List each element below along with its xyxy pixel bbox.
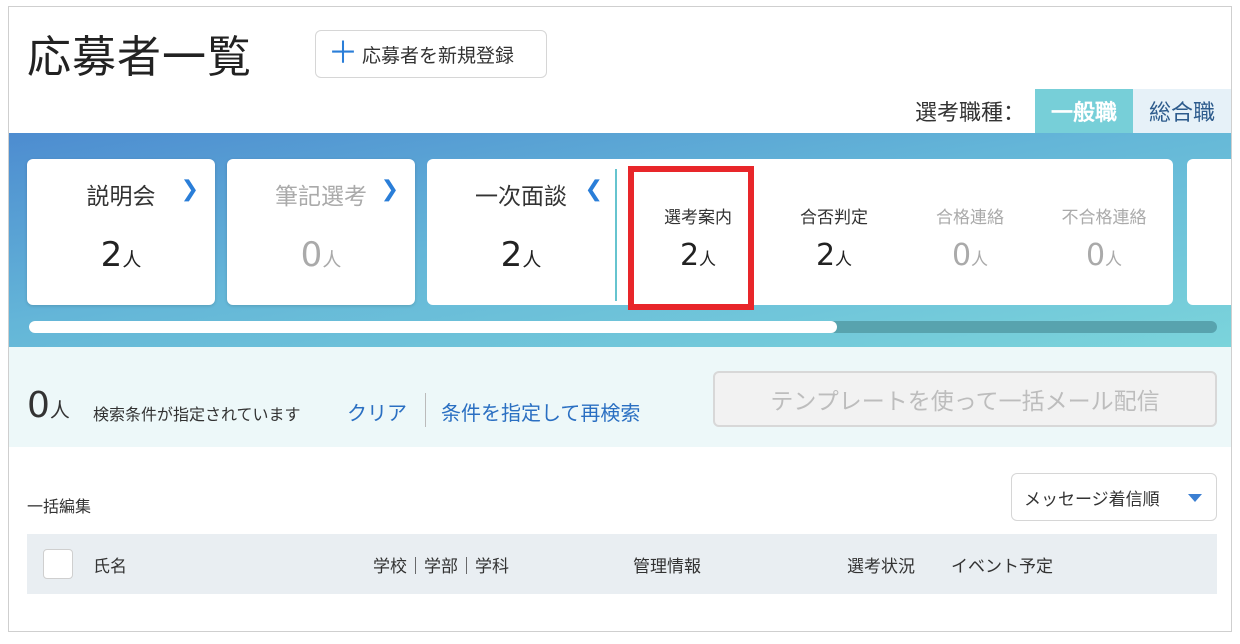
- divider: [425, 393, 426, 427]
- bulk-mail-button[interactable]: テンプレートを使って一括メール配信: [713, 371, 1217, 427]
- stage-count: 0人: [227, 235, 415, 275]
- page-title: 応募者一覧: [27, 32, 252, 83]
- chevron-left-icon[interactable]: ❮: [585, 177, 603, 202]
- stage-card-first-interview[interactable]: 一次面談 ❮ 2人 選考案内 2人 合否判定 2人 合格連絡 0人 不合格連絡 …: [427, 159, 1173, 305]
- sort-order-value: メッセージ着信順: [1024, 489, 1160, 510]
- column-event-schedule[interactable]: イベント予定: [951, 552, 1053, 577]
- chevron-right-icon[interactable]: ❯: [381, 177, 399, 202]
- stage-card-written-test[interactable]: 筆記選考 ❯ 0人: [227, 159, 415, 305]
- tab-general-position[interactable]: 一般職: [1034, 89, 1133, 133]
- sub-stage-rejection-notice[interactable]: 不合格連絡 0人: [1039, 203, 1169, 273]
- stage-count-value: 0: [300, 235, 323, 275]
- sub-stage-count: 0人: [1039, 238, 1169, 273]
- page-frame: 応募者一覧 ＋ 応募者を新規登録 選考職種： 一般職 総合職 説明会 ❯ 2人 …: [8, 6, 1232, 632]
- sub-stage-name: 合否判定: [800, 208, 868, 228]
- column-name[interactable]: 氏名: [93, 552, 127, 577]
- count-unit: 人: [322, 249, 342, 271]
- stage-count: 2人: [427, 235, 615, 275]
- research-link[interactable]: 条件を指定して再検索: [441, 397, 640, 426]
- sub-stage-count: 2人: [769, 238, 899, 273]
- column-management-info[interactable]: 管理情報: [633, 552, 701, 577]
- column-selection-status[interactable]: 選考状況: [847, 552, 915, 577]
- select-all-checkbox[interactable]: [43, 549, 73, 579]
- register-applicant-label: 応募者を新規登録: [362, 44, 515, 67]
- count-unit: 人: [49, 398, 70, 422]
- register-applicant-button[interactable]: ＋ 応募者を新規登録: [315, 30, 547, 78]
- sub-stage-count-value: 0: [1085, 238, 1106, 273]
- sub-stage-count-value: 2: [815, 238, 836, 273]
- plus-icon: ＋: [328, 36, 358, 71]
- bulk-edit-label[interactable]: 一括編集: [27, 493, 91, 517]
- job-type-label: 選考職種：: [914, 101, 1025, 126]
- sort-order-select[interactable]: メッセージ着信順: [1011, 473, 1217, 521]
- count-unit: 人: [971, 250, 989, 270]
- next-stage-card-partial[interactable]: [1187, 159, 1231, 305]
- sub-stage-count-value: 0: [951, 238, 972, 273]
- sub-stage-pass-decision[interactable]: 合否判定 2人: [769, 203, 899, 273]
- count-unit: 人: [835, 250, 853, 270]
- clear-conditions-link[interactable]: クリア: [347, 397, 407, 426]
- count-unit: 人: [522, 249, 542, 271]
- result-count: 0人: [27, 385, 70, 426]
- count-unit: 人: [1105, 250, 1123, 270]
- tab-career-position[interactable]: 総合職: [1132, 89, 1231, 133]
- result-count-value: 0: [27, 385, 50, 426]
- sub-stage-name: 不合格連絡: [1061, 208, 1147, 228]
- stage-count: 2人: [27, 235, 215, 275]
- chevron-right-icon[interactable]: ❯: [181, 177, 199, 202]
- stage-card-briefing[interactable]: 説明会 ❯ 2人: [27, 159, 215, 305]
- highlight-box: [628, 166, 754, 310]
- search-condition-status: 検索条件が指定されています: [93, 405, 301, 424]
- sub-stage-divider: [615, 169, 617, 301]
- sub-stage-count: 0人: [905, 238, 1035, 273]
- first-interview-summary: 一次面談 ❮ 2人: [427, 159, 615, 305]
- stage-count-value: 2: [100, 235, 123, 275]
- column-school[interactable]: 学校｜学部｜学科: [373, 552, 509, 577]
- sub-stage-name: 合格連絡: [936, 208, 1004, 228]
- sub-stage-pass-notice[interactable]: 合格連絡 0人: [905, 203, 1035, 273]
- stage-count-value: 2: [500, 235, 523, 275]
- caret-down-icon: [1188, 494, 1202, 502]
- stage-scrollbar-thumb[interactable]: [29, 321, 837, 333]
- applicant-table-header: 氏名 学校｜学部｜学科 管理情報 選考状況 イベント予定: [27, 534, 1217, 594]
- count-unit: 人: [122, 249, 142, 271]
- selection-stage-band: 説明会 ❯ 2人 筆記選考 ❯ 0人 一次面談 ❮ 2人 選考案内 2人 合否判…: [9, 133, 1231, 347]
- stage-scrollbar[interactable]: [29, 321, 1217, 333]
- search-result-bar: 0人 検索条件が指定されています クリア 条件を指定して再検索 テンプレートを使…: [9, 347, 1231, 447]
- job-type-selector: 選考職種： 一般職 総合職: [915, 89, 1231, 133]
